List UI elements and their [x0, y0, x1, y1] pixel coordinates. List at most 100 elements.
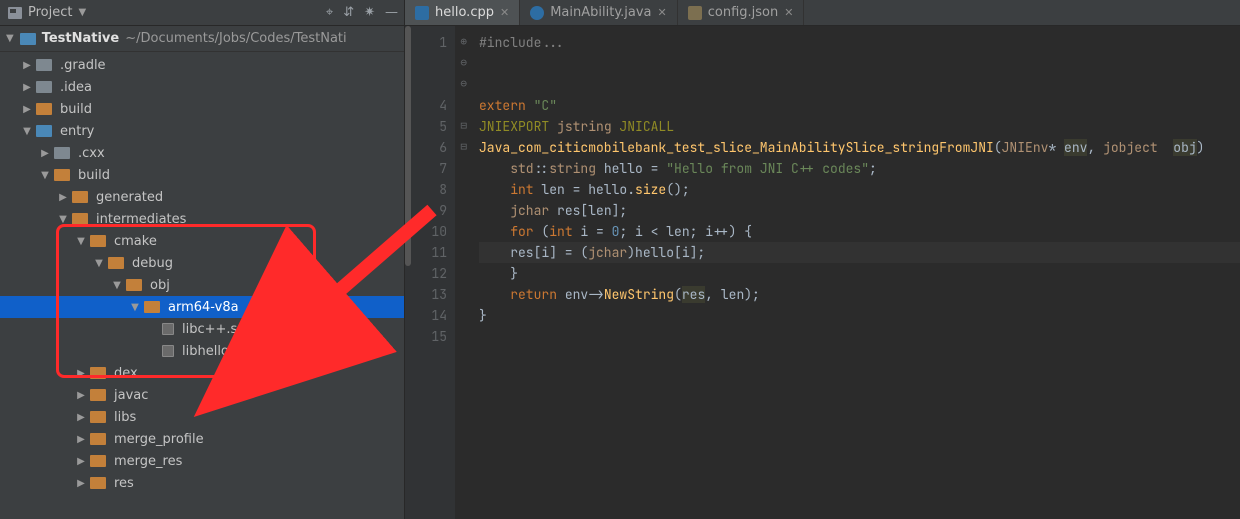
chevron-icon[interactable]	[22, 104, 32, 115]
tab-label: MainAbility.java	[550, 5, 651, 20]
line-gutter: ⊕ ⊖ ⊖ ⊟⊟ 1 456789101112131415	[405, 26, 455, 519]
tree-item-intermediates[interactable]: intermediates	[0, 208, 404, 230]
chevron-icon[interactable]	[76, 412, 86, 423]
tab-mainability-java[interactable]: MainAbility.java ✕	[520, 0, 678, 25]
tree-item-obj[interactable]: obj	[0, 274, 404, 296]
top-toolbar: Project ▼ ⌖ ⇵ ✷ — hello.cpp✕MainAbility.…	[0, 0, 1240, 26]
tree-item-debug[interactable]: debug	[0, 252, 404, 274]
folder-icon	[90, 433, 106, 445]
project-label: Project	[28, 5, 72, 20]
chevron-icon[interactable]	[130, 302, 140, 313]
tree-item-label: cmake	[114, 234, 157, 249]
tree-item-merge_profile[interactable]: merge_profile	[0, 428, 404, 450]
project-selector[interactable]: Project ▼	[8, 5, 86, 20]
tree-item-label: .gradle	[60, 58, 106, 73]
tree-item-dex[interactable]: dex	[0, 362, 404, 384]
folder-icon	[144, 301, 160, 313]
chevron-icon[interactable]	[22, 126, 32, 137]
tree-item-libhello-so[interactable]: libhello.so	[0, 340, 404, 362]
settings-icon[interactable]: ✷	[364, 5, 375, 20]
folder-icon	[108, 257, 124, 269]
chevron-icon[interactable]	[58, 192, 68, 203]
tree-item-label: dex	[114, 366, 138, 381]
tree-item-libs[interactable]: libs	[0, 406, 404, 428]
project-root-path: ~/Documents/Jobs/Codes/TestNati	[125, 31, 346, 46]
editor-scrollbar[interactable]	[405, 26, 411, 266]
tab-hello-cpp[interactable]: hello.cpp ✕	[405, 0, 520, 25]
chevron-icon[interactable]	[40, 170, 50, 181]
tree-item-libc-so[interactable]: libc++.so	[0, 318, 404, 340]
tree-item-arm64-v8a[interactable]: arm64-v8a	[0, 296, 404, 318]
chevron-icon[interactable]	[76, 434, 86, 445]
module-icon	[20, 33, 36, 45]
tree-item-label: res	[114, 476, 134, 491]
file-icon	[415, 6, 429, 20]
hide-icon[interactable]: —	[385, 5, 398, 20]
editor-tabs: hello.cpp✕MainAbility.java✕config.json✕	[405, 0, 1240, 25]
tree-item--cxx[interactable]: .cxx	[0, 142, 404, 164]
tree-item-merge_res[interactable]: merge_res	[0, 450, 404, 472]
tree-item-res[interactable]: res	[0, 472, 404, 494]
tab-label: hello.cpp	[435, 5, 494, 20]
project-icon	[8, 7, 22, 19]
folder-icon	[72, 191, 88, 203]
project-tree[interactable]: .gradle .idea build entry.cxx build generated…	[0, 52, 404, 519]
folder-icon	[54, 147, 70, 159]
tree-item-label: build	[60, 102, 92, 117]
close-icon[interactable]: ✕	[658, 6, 667, 19]
folder-icon	[90, 389, 106, 401]
folder-icon	[90, 367, 106, 379]
tree-item-label: javac	[114, 388, 148, 403]
folder-icon	[36, 81, 52, 93]
folder-icon	[90, 235, 106, 247]
file-icon	[530, 6, 544, 20]
chevron-icon[interactable]	[76, 456, 86, 467]
folder-icon	[126, 279, 142, 291]
folder-icon	[90, 455, 106, 467]
tree-item-label: arm64-v8a	[168, 300, 239, 315]
folder-icon	[54, 169, 70, 181]
tree-item-build[interactable]: build	[0, 98, 404, 120]
close-icon[interactable]: ✕	[784, 6, 793, 19]
tree-item-label: .idea	[60, 80, 92, 95]
tree-item-cmake[interactable]: cmake	[0, 230, 404, 252]
tree-item-label: intermediates	[96, 212, 186, 227]
file-icon	[688, 6, 702, 20]
tree-item-label: merge_profile	[114, 432, 204, 447]
code-editor[interactable]: ⊕ ⊖ ⊖ ⊟⊟ 1 456789101112131415 #include..…	[405, 26, 1240, 519]
chevron-icon[interactable]	[76, 390, 86, 401]
tab-config-json[interactable]: config.json✕	[678, 0, 805, 25]
tree-item-label: obj	[150, 278, 170, 293]
chevron-icon[interactable]	[112, 280, 122, 291]
chevron-icon[interactable]	[76, 368, 86, 379]
breadcrumb[interactable]: ▼ TestNative ~/Documents/Jobs/Codes/Test…	[0, 26, 404, 52]
tree-item-build[interactable]: build	[0, 164, 404, 186]
tree-item-generated[interactable]: generated	[0, 186, 404, 208]
tree-item--idea[interactable]: .idea	[0, 76, 404, 98]
file-icon	[162, 323, 174, 335]
tree-item-label: libhello.so	[182, 344, 248, 359]
tree-item-label: debug	[132, 256, 173, 271]
locate-icon[interactable]: ⌖	[326, 5, 333, 20]
expand-icon[interactable]: ⇵	[343, 5, 354, 20]
close-icon[interactable]: ✕	[500, 6, 509, 19]
project-root-name: TestNative	[42, 31, 120, 46]
file-icon	[162, 345, 174, 357]
tree-item-javac[interactable]: javac	[0, 384, 404, 406]
chevron-icon[interactable]	[58, 214, 68, 225]
tree-item-label: build	[78, 168, 110, 183]
chevron-icon[interactable]	[76, 236, 86, 247]
code-area[interactable]: #include...extern "C"JNIEXPORT jstring J…	[455, 26, 1240, 519]
chevron-icon[interactable]	[76, 478, 86, 489]
tree-item--gradle[interactable]: .gradle	[0, 54, 404, 76]
folder-icon	[90, 477, 106, 489]
chevron-icon[interactable]	[94, 258, 104, 269]
chevron-down-icon: ▼	[78, 7, 86, 18]
tree-item-label: libs	[114, 410, 136, 425]
tree-item-entry[interactable]: entry	[0, 120, 404, 142]
chevron-icon[interactable]	[40, 148, 50, 159]
chevron-icon[interactable]	[22, 60, 32, 71]
chevron-icon[interactable]	[22, 82, 32, 93]
tree-item-label: libc++.so	[182, 322, 245, 337]
folder-icon	[72, 213, 88, 225]
